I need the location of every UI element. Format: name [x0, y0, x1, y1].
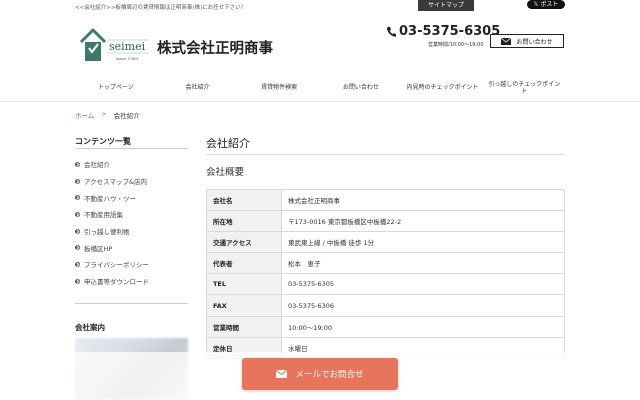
phone-text: 03-5375-6305	[399, 24, 501, 39]
sidebar-item-downloads[interactable]: 申込書等ダウンロード	[75, 273, 149, 290]
row-label: 所在地	[206, 210, 282, 233]
nav-item-company[interactable]: 会社紹介	[157, 76, 239, 100]
bullet-arrow-icon	[75, 261, 80, 267]
bullet-arrow-icon	[75, 278, 80, 284]
sidebar-item-itabashi-hp[interactable]: 板橋区HP	[75, 239, 149, 256]
bullet-arrow-icon	[75, 245, 80, 251]
logo-since: since 1969	[116, 56, 138, 61]
bullet-arrow-icon	[75, 161, 80, 167]
company-info-table: 会社名 株式会社正明商事 所在地 〒173-0016 東京都板橋区中板橋22-2 交…	[206, 188, 565, 359]
row-value: 03-5375-6306	[281, 294, 565, 317]
sidebar-item-company[interactable]: 会社紹介	[75, 156, 149, 173]
nav-divider	[0, 101, 640, 102]
row-value: 03-5375-6305	[281, 273, 565, 296]
row-value: 10:00〜19:00	[281, 315, 565, 338]
row-label: FAX	[206, 294, 282, 317]
logo-house-icon: seimei since 1969	[79, 28, 149, 61]
company-name: 株式会社正明商事	[157, 41, 273, 57]
sidebar-item-access-map[interactable]: アクセスマップ&店内	[75, 173, 149, 190]
breadcrumb-current: 会社紹介	[113, 112, 140, 120]
contact-button-label: お問い合わせ	[516, 38, 553, 46]
nav-item-viewing-checkpoints[interactable]: 内見時のチェックポイント	[402, 76, 484, 100]
table-row: 所在地 〒173-0016 東京都板橋区中板橋22-2	[206, 210, 565, 233]
section-title: 会社概要	[206, 167, 245, 178]
row-label: 代表者	[206, 252, 282, 275]
sidebar-item-privacy[interactable]: プライバシーポリシー	[75, 256, 149, 273]
row-label: TEL	[206, 273, 282, 296]
sidebar-item-moving-guide[interactable]: 引っ越し便利帳	[75, 223, 149, 240]
bullet-arrow-icon	[75, 195, 80, 201]
nav-item-moving-checkpoints[interactable]: 引っ越しのチェックポイント	[483, 76, 565, 100]
breadcrumb-home-link[interactable]: ホーム	[75, 110, 94, 120]
phone-icon	[387, 26, 396, 37]
sidebar-item-label: アクセスマップ&店内	[84, 178, 148, 187]
mail-contact-floating-button[interactable]: メールでお問合せ	[242, 358, 398, 390]
row-value: 〒173-0016 東京都板橋区中板橋22-2	[281, 210, 565, 233]
sidebar-item-label: 会社紹介	[84, 161, 110, 170]
row-value: 株式会社正明商事	[281, 188, 565, 212]
sidebar-item-label: 板橋区HP	[84, 244, 113, 253]
table-row: TEL 03-5375-6305	[206, 273, 565, 296]
logo-wordmark: seimei	[109, 40, 146, 53]
phone-number[interactable]: 03-5375-6305	[386, 24, 500, 39]
sidebar-item-label: 不動産用語集	[84, 211, 123, 220]
sidebar-company-guide-title: 会社案内	[75, 323, 105, 332]
breadcrumb-separator: >	[101, 110, 107, 118]
contact-button[interactable]: お問い合わせ	[490, 34, 564, 48]
sidebar-item-label: プライバシーポリシー	[84, 261, 149, 270]
x-post-button[interactable]: 𝕏 ポスト	[527, 0, 565, 9]
business-hours: 営業時間/10:00〜19:00	[428, 42, 484, 48]
sitemap-button[interactable]: サイトマップ	[418, 0, 474, 11]
envelope-icon	[501, 37, 512, 45]
sidebar-item-label: 申込書等ダウンロード	[84, 278, 149, 287]
table-row: 代表者 松本 恵子	[206, 252, 565, 275]
global-nav: トップページ 会社紹介 賃貸物件検索 お問い合わせ 内見時のチェックポイント 引…	[75, 76, 565, 100]
sidebar-item-label: 不動産ハウ・ツー	[84, 194, 136, 203]
page-title: 会社紹介	[206, 137, 250, 150]
sidebar-menu: 会社紹介 アクセスマップ&店内 不動産ハウ・ツー 不動産用語集 引っ越し便利帳 …	[75, 156, 149, 290]
company-logo[interactable]: seimei since 1969	[78, 27, 150, 63]
nav-item-contact[interactable]: お問い合わせ	[320, 76, 402, 100]
header-tagline: <<会社紹介>>板橋周辺の賃貸情報は正明商事(株)にお任せ下さい！	[75, 5, 247, 11]
nav-item-top[interactable]: トップページ	[75, 76, 157, 100]
table-row: 交通アクセス 東武東上線 / 中板橋 徒歩 1分	[206, 231, 565, 254]
breadcrumb: ホーム > 会社紹介	[75, 110, 140, 120]
table-row: FAX 03-5375-6306	[206, 294, 565, 317]
row-label: 交通アクセス	[206, 231, 282, 254]
page-title-divider	[206, 154, 565, 155]
floating-button-label: メールでお問合せ	[295, 370, 364, 380]
row-label: 会社名	[206, 188, 282, 212]
sidebar-title-divider	[75, 148, 188, 149]
sidebar-title: コンテンツ一覧	[75, 137, 131, 146]
bullet-arrow-icon	[75, 178, 80, 184]
bullet-arrow-icon	[75, 228, 80, 234]
sidebar-item-label: 引っ越し便利帳	[84, 228, 130, 237]
nav-item-rental-search[interactable]: 賃貸物件検索	[238, 76, 320, 100]
row-label: 営業時間	[206, 315, 282, 338]
envelope-icon	[276, 370, 288, 378]
table-row: 会社名 株式会社正明商事	[206, 188, 565, 212]
row-value: 松本 恵子	[281, 252, 565, 275]
row-value: 東武東上線 / 中板橋 徒歩 1分	[281, 231, 565, 254]
sidebar-divider	[75, 303, 188, 304]
sidebar-item-how-to[interactable]: 不動産ハウ・ツー	[75, 189, 149, 206]
bullet-arrow-icon	[75, 211, 80, 217]
table-row: 営業時間 10:00〜19:00	[206, 315, 565, 338]
sidebar-item-glossary[interactable]: 不動産用語集	[75, 206, 149, 223]
